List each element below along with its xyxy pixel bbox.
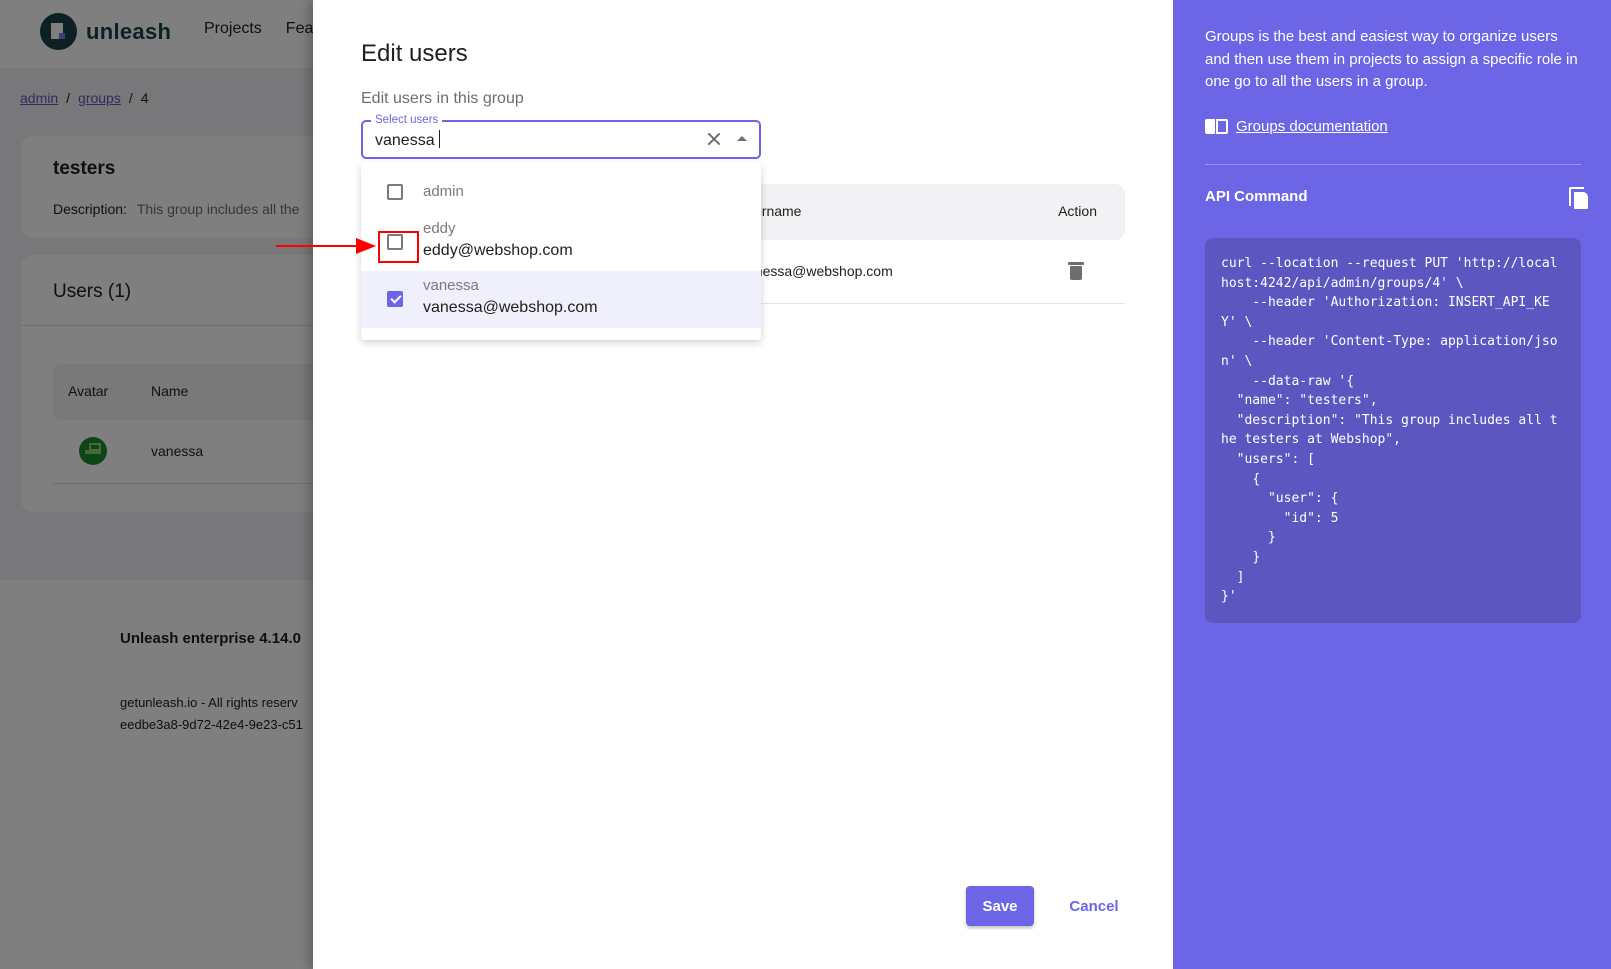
option-email: vanessa@webshop.com: [423, 299, 598, 316]
option-vanessa[interactable]: vanessa vanessa@webshop.com: [361, 271, 761, 328]
select-users-input[interactable]: Select users vanessa: [361, 113, 761, 159]
option-name: admin: [423, 183, 464, 200]
option-name: eddy: [423, 220, 456, 237]
option-admin[interactable]: admin: [361, 170, 761, 214]
option-eddy[interactable]: eddy eddy@webshop.com: [361, 214, 761, 271]
checkbox-vanessa[interactable]: [387, 291, 403, 307]
api-command-code[interactable]: curl --location --request PUT 'http://lo…: [1205, 238, 1581, 623]
select-users-label: Select users: [371, 113, 443, 127]
column-action: Action: [1058, 203, 1097, 219]
help-intro-text: Groups is the best and easiest way to or…: [1205, 28, 1578, 90]
modal-title: Edit users: [361, 40, 468, 67]
api-command-title: API Command: [1205, 188, 1308, 205]
chevron-up-icon[interactable]: [737, 136, 747, 141]
modal-subtitle: Edit users in this group: [361, 90, 524, 107]
checkbox-admin[interactable]: [387, 184, 403, 200]
book-icon: [1205, 118, 1228, 135]
divider: [1205, 164, 1581, 165]
search-text: vanessa: [375, 132, 435, 149]
clear-icon[interactable]: [705, 130, 723, 148]
option-email: eddy@webshop.com: [423, 242, 573, 259]
edit-users-modal: Edit users Edit users in this group Sele…: [313, 0, 1173, 969]
annotation-arrow: [276, 238, 376, 254]
option-name: vanessa: [423, 277, 479, 294]
users-dropdown-list: admin eddy eddy@webshop.com vanessa vane…: [361, 162, 761, 340]
groups-documentation-link[interactable]: Groups documentation: [1205, 118, 1388, 135]
text-caret: [438, 130, 440, 148]
username-cell: anessa@webshop.com: [747, 263, 893, 279]
delete-icon[interactable]: [1068, 262, 1084, 280]
copy-icon[interactable]: [1569, 187, 1588, 209]
save-button[interactable]: Save: [966, 886, 1034, 926]
cancel-button[interactable]: Cancel: [1066, 886, 1122, 926]
doc-link-label: Groups documentation: [1236, 118, 1388, 135]
select-users-value[interactable]: vanessa: [375, 130, 440, 150]
help-sidebar: Groups is the best and easiest way to or…: [1173, 0, 1611, 969]
annotation-highlight-box: [378, 231, 419, 263]
